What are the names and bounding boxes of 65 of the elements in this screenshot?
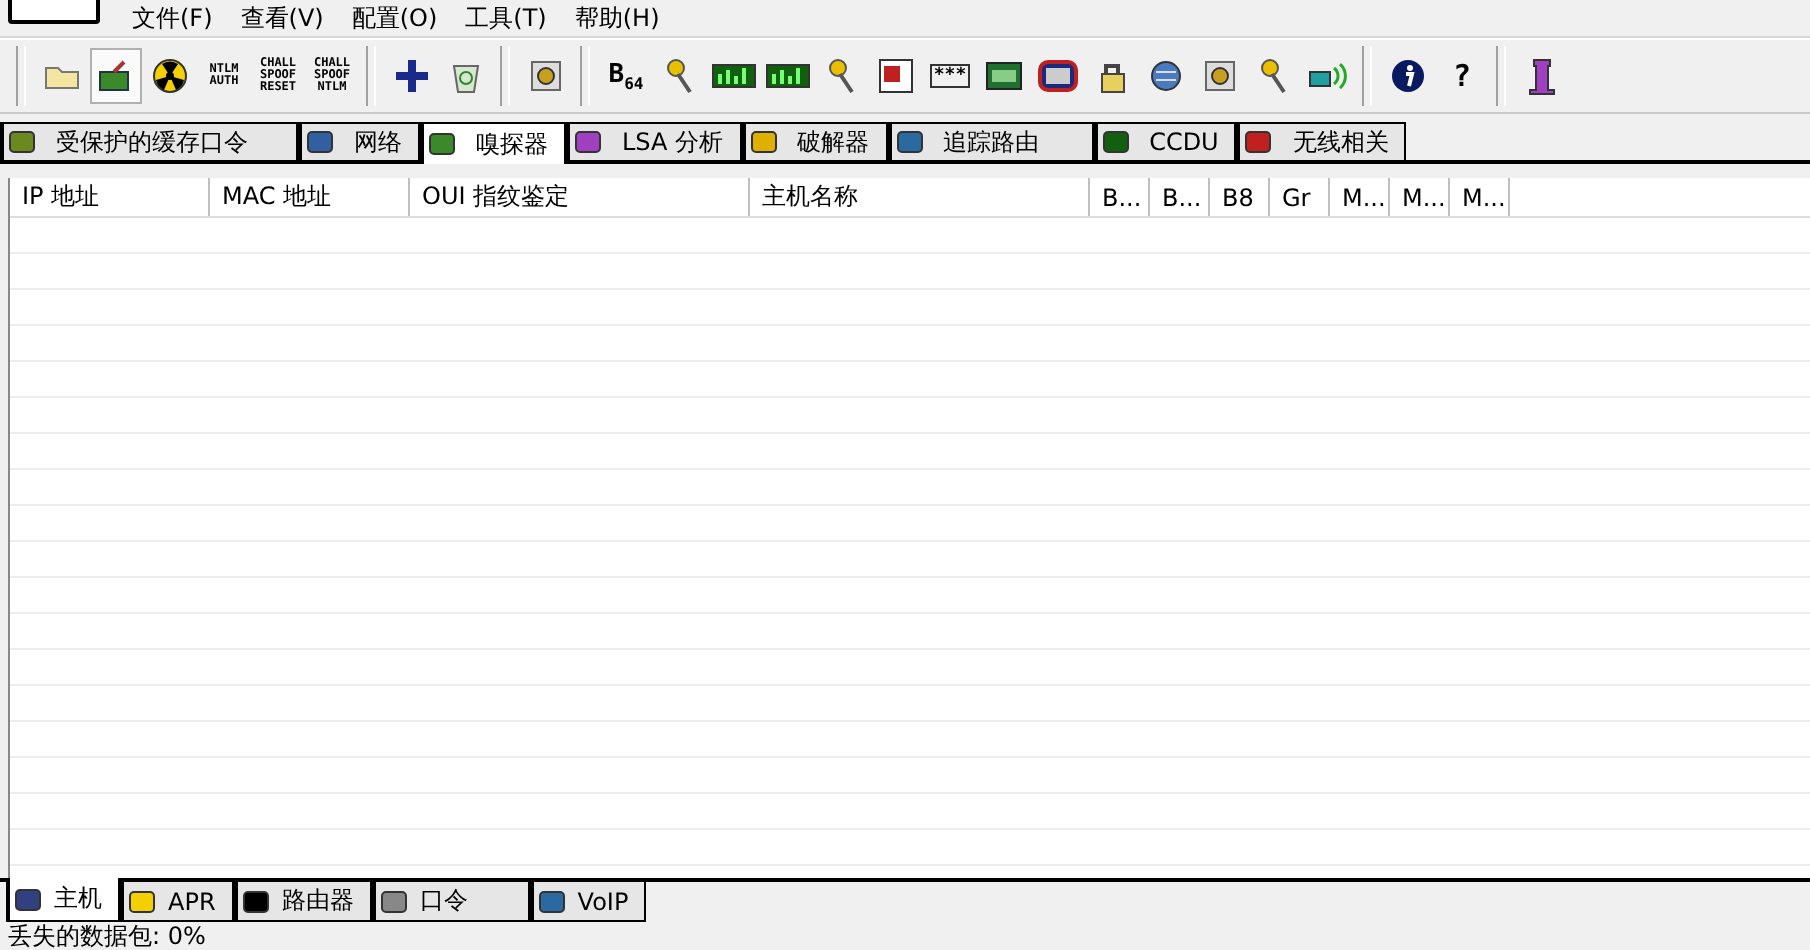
- column-header[interactable]: B...: [1090, 178, 1150, 216]
- tab[interactable]: CCDU: [1093, 122, 1237, 160]
- toolbar-button[interactable]: ***: [924, 48, 976, 104]
- column-header[interactable]: MAC 地址: [210, 178, 410, 216]
- tab-icon: [574, 128, 602, 156]
- toolbar-button[interactable]: [90, 48, 142, 104]
- tab[interactable]: 破解器: [741, 122, 888, 160]
- menu-item[interactable]: 查看(V): [240, 1, 324, 35]
- tab[interactable]: 嗅探器: [420, 122, 566, 164]
- tab-icon: [8, 128, 36, 156]
- column-header[interactable]: B8: [1210, 178, 1270, 216]
- password-field-icon: ***: [929, 64, 971, 88]
- tab[interactable]: 网络: [298, 122, 420, 160]
- status-text: 丢失的数据包: 0%: [6, 922, 208, 950]
- tab-icon: [428, 130, 456, 158]
- tab[interactable]: 口令: [371, 882, 530, 922]
- column-header[interactable]: M...: [1450, 178, 1510, 216]
- meter-icon: [766, 64, 810, 88]
- tab[interactable]: VoIP: [529, 882, 647, 922]
- plus-icon: [394, 58, 430, 94]
- tab-icon: [379, 887, 408, 915]
- column-header[interactable]: 主机名称: [750, 178, 1090, 216]
- tab[interactable]: 追踪路由: [887, 122, 1094, 160]
- info-icon: [1390, 58, 1426, 94]
- tab-icon: [241, 887, 270, 915]
- column-header[interactable]: Gr: [1270, 178, 1330, 216]
- menu-item[interactable]: 工具(T): [465, 1, 547, 35]
- radiation-icon: [152, 58, 188, 94]
- column-header[interactable]: OUI 指纹鉴定: [410, 178, 750, 216]
- network-card-icon: [98, 60, 134, 92]
- screen-icon: [1038, 60, 1078, 92]
- tab[interactable]: 受保护的缓存口令: [0, 122, 298, 160]
- globe-icon: [1148, 58, 1184, 94]
- tab-icon: [1244, 128, 1273, 156]
- wireless-icon: [1308, 60, 1348, 92]
- column-header[interactable]: M...: [1330, 178, 1390, 216]
- lock-icon: [1096, 58, 1128, 94]
- tab[interactable]: 无线相关: [1236, 122, 1407, 160]
- tab-icon: [306, 128, 334, 156]
- help-icon: ?: [1452, 58, 1472, 94]
- card-icon: [986, 62, 1022, 90]
- tab-icon: [1101, 128, 1130, 156]
- menu-item[interactable]: 帮助(H): [574, 1, 660, 35]
- column-header[interactable]: M...: [1390, 178, 1450, 216]
- column-header[interactable]: IP 地址: [10, 178, 210, 216]
- tab[interactable]: APR: [120, 882, 234, 922]
- menu-item[interactable]: 文件(F): [132, 1, 213, 35]
- tab-icon: [128, 887, 156, 915]
- folder-icon: [44, 62, 80, 90]
- column-header[interactable]: B...: [1150, 178, 1210, 216]
- gear-icon: [530, 60, 562, 92]
- tab-icon: [537, 887, 566, 915]
- tab-icon: [749, 128, 778, 156]
- document-icon: [878, 58, 914, 94]
- tab-icon: [895, 128, 924, 156]
- toolbar-button[interactable]: B$_{64}$: [600, 48, 652, 104]
- b64-icon: B$_{64}$: [608, 59, 644, 93]
- toolbar-button[interactable]: ?: [1436, 48, 1488, 104]
- gear-icon: [1204, 60, 1236, 92]
- tab[interactable]: LSA 分析: [566, 122, 742, 160]
- menu-item[interactable]: 配置(O): [351, 1, 438, 35]
- tab[interactable]: 路由器: [233, 882, 372, 922]
- meter-icon: [712, 64, 756, 88]
- tab-icon: [14, 885, 42, 913]
- tab[interactable]: 主机: [6, 878, 120, 922]
